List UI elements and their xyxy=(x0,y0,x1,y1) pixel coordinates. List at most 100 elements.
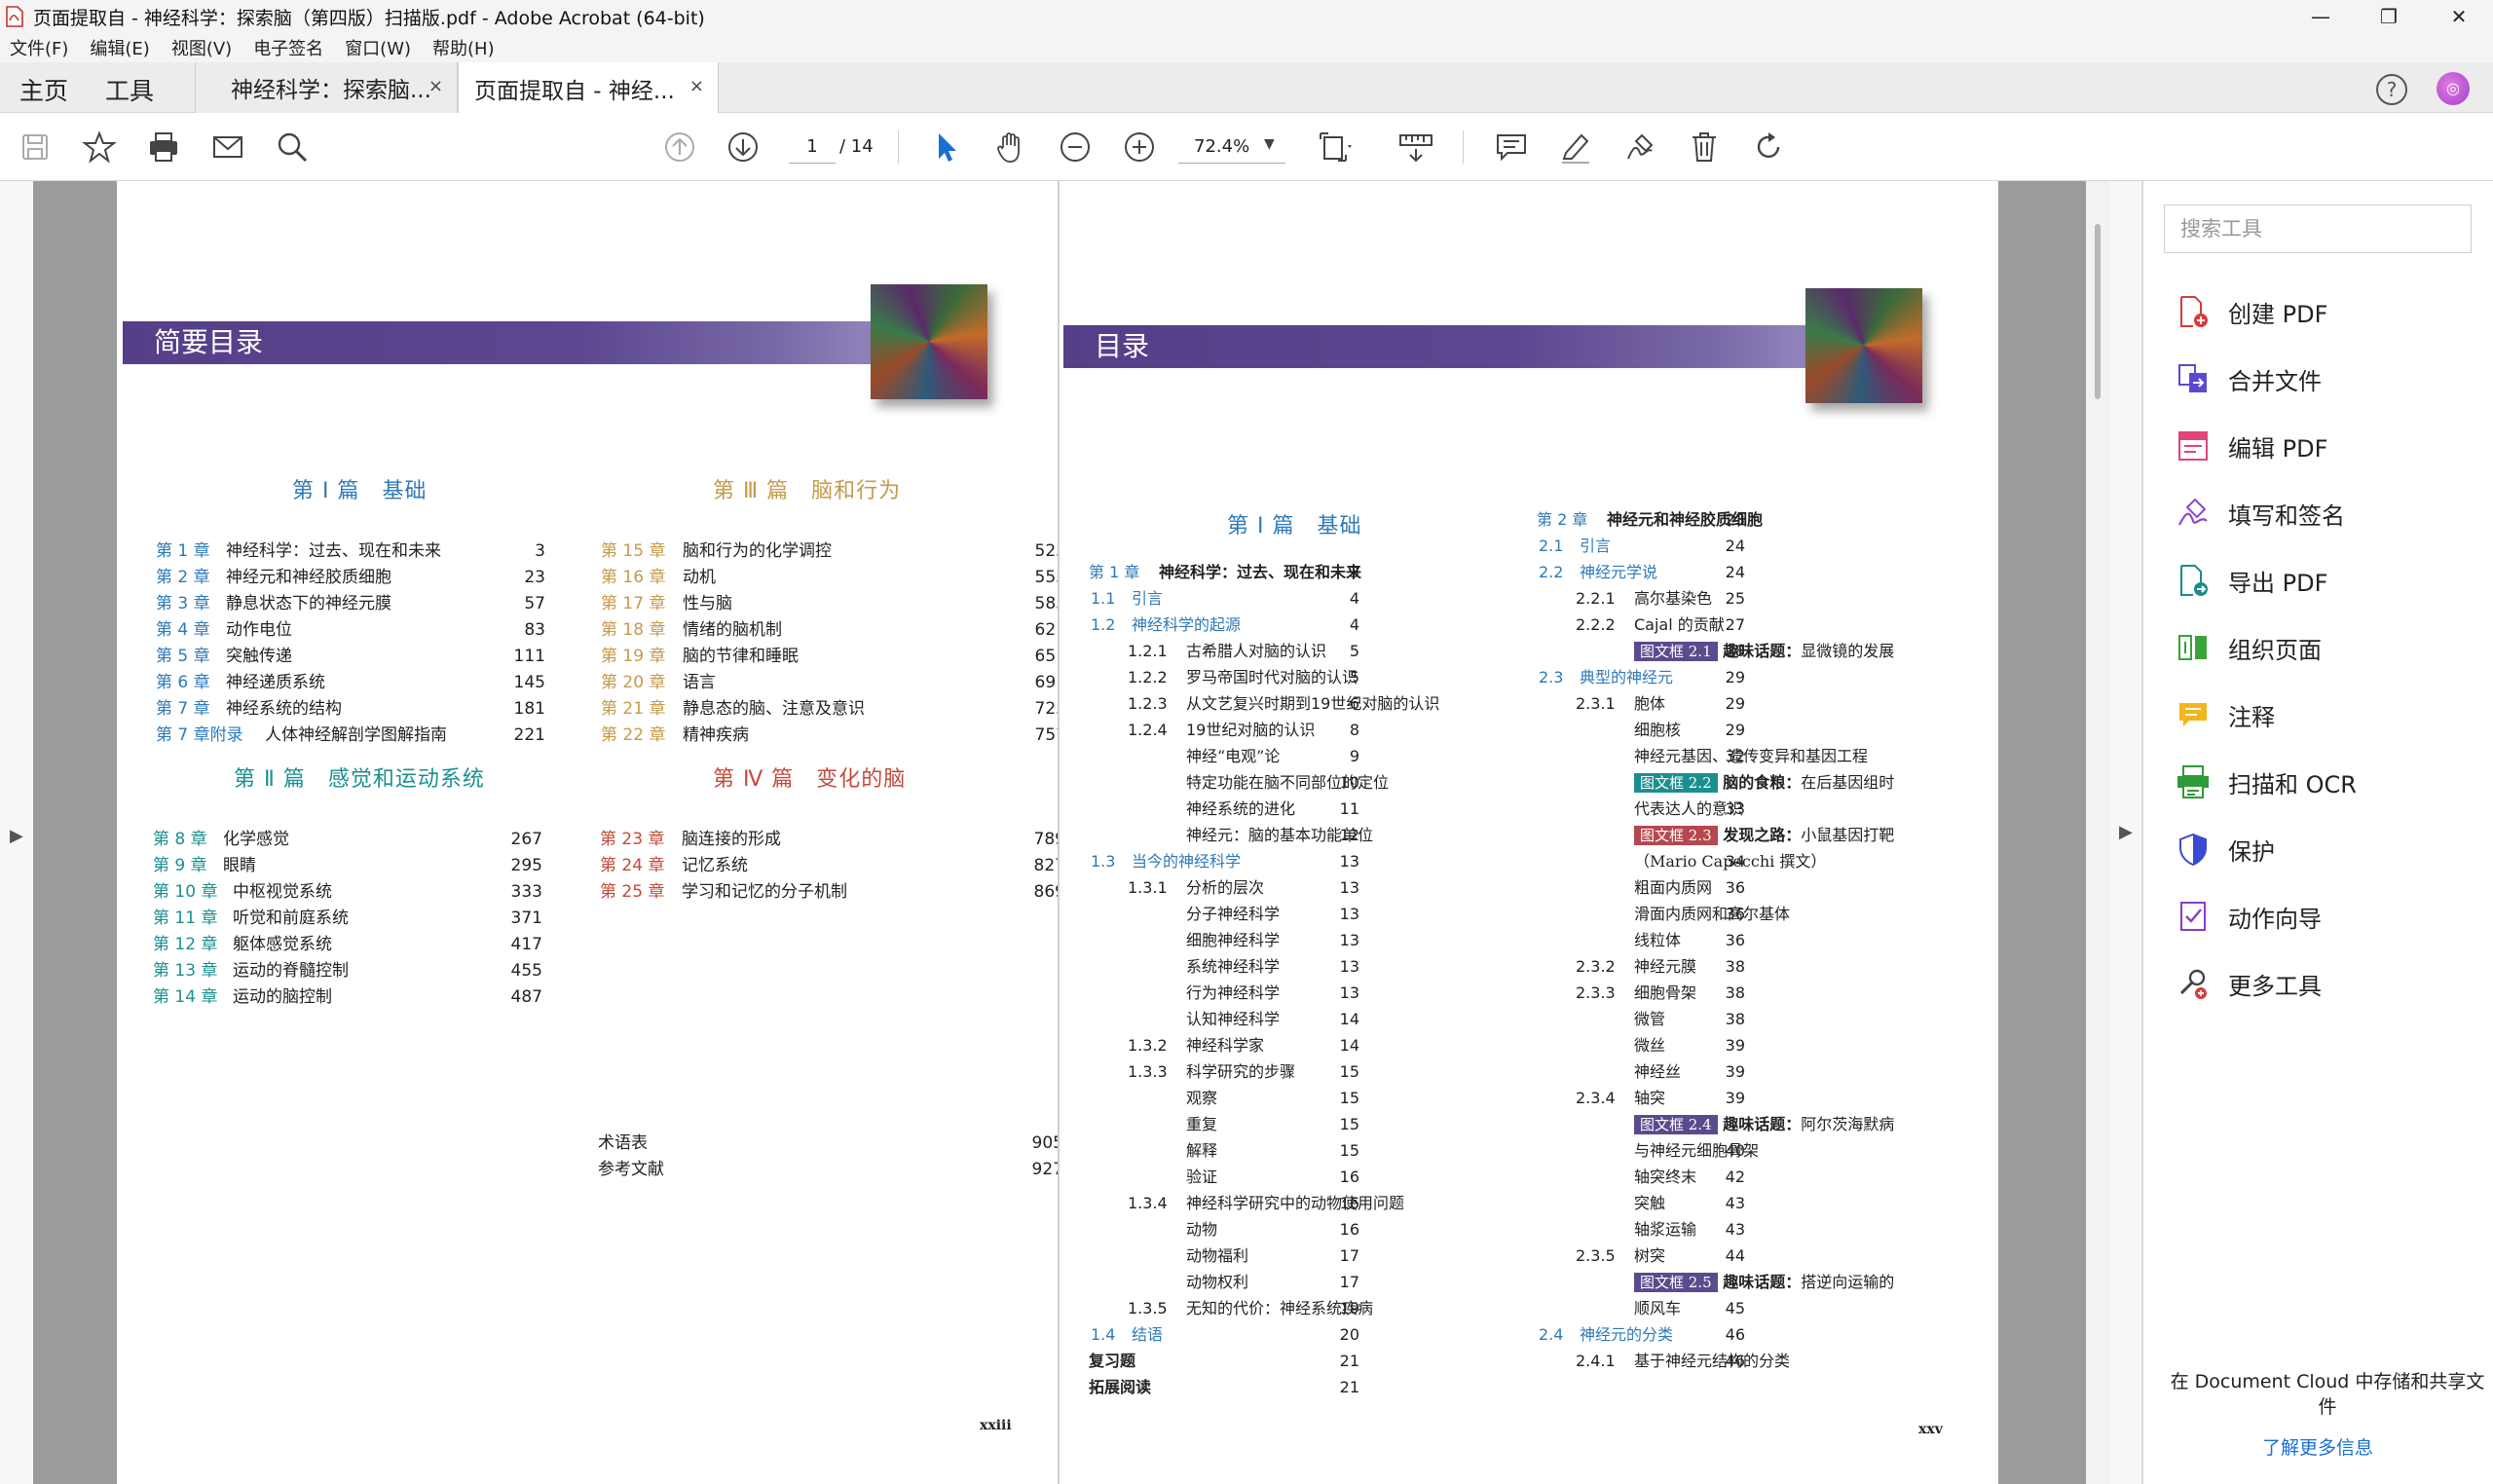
toc-row[interactable]: 1.2.4 19世纪对脑的认识 8 xyxy=(1089,719,1359,742)
menu-window[interactable]: 窗口(W) xyxy=(345,35,411,60)
toc-row[interactable]: 第 13 章运动的脊髓控制 455 xyxy=(153,959,562,983)
toc-row[interactable]: 第 6 章神经递质系统 145 xyxy=(156,671,565,694)
toc-row[interactable]: 1.2.3 从文艺复兴时期到19世纪对脑的认识 6 xyxy=(1089,692,1439,716)
toc-row[interactable]: 第 7 章附录 人体神经解剖学图解指南 221 xyxy=(156,723,565,747)
tool-item-protect[interactable]: 保护 xyxy=(2176,828,2275,871)
toc-row[interactable]: 复习题 21 xyxy=(1089,1350,1359,1373)
toc-row[interactable]: 第 11 章听觉和前庭系统 371 xyxy=(153,907,562,930)
tool-item-fill-sign[interactable]: 填写和签名 xyxy=(2176,492,2345,535)
toc-row[interactable]: 第 1 章神经科学：过去、现在和未来 3 xyxy=(1089,561,1361,584)
toc-row[interactable]: 第 9 章眼睛 295 xyxy=(153,854,562,877)
fit-page-icon[interactable] xyxy=(1317,130,1352,165)
toc-row[interactable]: 图文框 2.1 趣味话题：显微镜的发展 28 xyxy=(1537,640,1894,663)
measure-tool-icon[interactable] xyxy=(1398,130,1433,165)
toc-row[interactable]: 第 7 章神经系统的结构 181 xyxy=(156,697,565,721)
toc-row[interactable]: 1.4 结语 20 xyxy=(1089,1323,1359,1347)
toc-row[interactable]: 图文框 2.3 发现之路：小鼠基因打靶 xyxy=(1537,824,1894,847)
close-window-button[interactable]: ✕ xyxy=(2425,0,2493,33)
select-cursor-icon[interactable] xyxy=(929,130,964,165)
next-page-icon[interactable] xyxy=(726,130,761,165)
toc-row[interactable]: 重复 15 xyxy=(1089,1113,1359,1136)
toc-row[interactable]: 认知神经科学 14 xyxy=(1089,1008,1359,1031)
toc-row[interactable]: 动物 16 xyxy=(1089,1218,1359,1242)
toc-row[interactable]: 粗面内质网 36 xyxy=(1537,876,1745,900)
close-tab-1-icon[interactable]: × xyxy=(428,76,443,96)
search-icon[interactable] xyxy=(275,130,310,165)
toc-row[interactable]: 2.4.1 基于神经元结构的分类 46 xyxy=(1537,1350,1790,1373)
zoom-out-icon[interactable] xyxy=(1058,130,1093,165)
avatar[interactable]: ◎ xyxy=(2437,72,2470,105)
toc-row[interactable]: 1.1 引言 4 xyxy=(1089,587,1359,611)
toc-row[interactable]: 第 14 章运动的脑控制 487 xyxy=(153,985,562,1009)
toc-row[interactable]: 1.3.3 科学研究的步骤 15 xyxy=(1089,1060,1359,1084)
toc-row[interactable]: 系统神经科学 13 xyxy=(1089,955,1359,979)
toc-row[interactable]: 术语表 905 xyxy=(598,1132,1058,1155)
toc-row[interactable]: 细胞核 29 xyxy=(1537,719,1745,742)
toc-row[interactable]: 第 22 章精神疾病 757 xyxy=(601,723,1058,747)
tab-tools[interactable]: 工具 xyxy=(105,72,154,107)
menu-file[interactable]: 文件(F) xyxy=(10,35,68,60)
toc-row[interactable]: 第 20 章语言 691 xyxy=(601,671,1058,694)
help-icon[interactable]: ? xyxy=(2376,74,2407,105)
tool-item-organize-pages[interactable]: 组织页面 xyxy=(2176,626,2322,669)
toc-row[interactable]: 第 10 章中枢视觉系统 333 xyxy=(153,880,562,904)
right-panel-toggle[interactable]: ▶ xyxy=(2109,181,2142,1484)
toc-row[interactable]: 特定功能在脑不同部位的定位 10 xyxy=(1089,771,1389,795)
toc-row[interactable]: 2.2.2 Cajal 的贡献 27 xyxy=(1537,613,1745,637)
tool-item-action-wizard[interactable]: 动作向导 xyxy=(2176,895,2322,938)
toc-row[interactable]: 第 2 章神经元和神经胶质细胞 23 xyxy=(1537,508,1763,532)
tool-item-export-pdf[interactable]: 导出 PDF xyxy=(2176,559,2327,602)
email-icon[interactable] xyxy=(210,130,245,165)
chevron-right-icon[interactable]: ▶ xyxy=(2119,822,2133,842)
toc-row[interactable]: 第 25 章学习和记忆的分子机制 869 xyxy=(600,880,1058,904)
sign-icon[interactable] xyxy=(1622,130,1657,165)
hand-tool-icon[interactable] xyxy=(993,130,1028,165)
tab-home[interactable]: 主页 xyxy=(19,72,68,107)
toc-row[interactable]: 参考文献 927 xyxy=(598,1158,1058,1181)
tab-document-1[interactable]: 神经科学：探索脑... × xyxy=(195,62,458,113)
toc-row[interactable]: 分子神经科学 13 xyxy=(1089,903,1359,926)
search-tools-input[interactable]: 搜索工具 xyxy=(2164,204,2472,253)
toc-row[interactable]: 第 4 章动作电位 83 xyxy=(156,618,565,642)
highlight-pen-icon[interactable] xyxy=(1558,130,1593,165)
menu-edit[interactable]: 编辑(E) xyxy=(90,35,149,60)
toc-row[interactable]: 拓展阅读 21 xyxy=(1089,1376,1359,1399)
toc-row[interactable]: 神经“电观”论 9 xyxy=(1089,745,1359,768)
toc-row[interactable]: 第 18 章情绪的脑机制 621 xyxy=(601,618,1058,642)
toc-row[interactable]: 2.2 神经元学说 24 xyxy=(1537,561,1745,584)
tool-item-edit-pdf[interactable]: 编辑 PDF xyxy=(2176,425,2327,467)
toc-row[interactable]: 解释 15 xyxy=(1089,1139,1359,1163)
toc-row[interactable]: 轴浆运输 43 xyxy=(1537,1218,1745,1242)
toc-row[interactable]: 图文框 2.2 脑的食粮：在后基因组时 xyxy=(1537,771,1894,795)
toc-row[interactable]: 1.2.2 罗马帝国时代对脑的认识 5 xyxy=(1089,666,1359,689)
tool-item-combine-files[interactable]: 合并文件 xyxy=(2176,357,2322,400)
toc-row[interactable]: 神经元：脑的基本功能单位 12 xyxy=(1089,824,1373,847)
toc-row[interactable]: 观察 15 xyxy=(1089,1087,1359,1110)
toc-row[interactable]: 微管 38 xyxy=(1537,1008,1745,1031)
toc-row[interactable]: 滑面内质网和高尔基体 36 xyxy=(1537,903,1790,926)
tool-item-scan-ocr[interactable]: 扫描和 OCR xyxy=(2176,761,2357,803)
toc-row[interactable]: 2.3.4 轴突 39 xyxy=(1537,1087,1745,1110)
menu-view[interactable]: 视图(V) xyxy=(171,35,232,60)
print-icon[interactable] xyxy=(146,130,181,165)
toc-row[interactable]: 第 21 章静息态的脑、注意及意识 725 xyxy=(601,697,1058,721)
toc-row[interactable]: 图文框 2.4 趣味话题：阿尔茨海默病 xyxy=(1537,1113,1894,1136)
chevron-right-icon[interactable]: ▶ xyxy=(10,826,23,846)
toc-row[interactable]: 第 19 章脑的节律和睡眠 651 xyxy=(601,645,1058,668)
toc-row[interactable]: 第 23 章脑连接的形成 789 xyxy=(600,828,1058,851)
save-icon[interactable] xyxy=(18,130,53,165)
toc-row[interactable]: 顺风车 45 xyxy=(1537,1297,1745,1320)
previous-page-icon[interactable] xyxy=(662,130,697,165)
toc-row[interactable]: 与神经元细胞骨架 40 xyxy=(1537,1139,1759,1163)
tool-item-comment[interactable]: 注释 xyxy=(2176,693,2275,736)
learn-more-link[interactable]: 了解更多信息 xyxy=(2142,1433,2493,1460)
toc-row[interactable]: 神经元基因、遗传变异和基因工程 32 xyxy=(1537,745,1868,768)
rotate-icon[interactable] xyxy=(1751,130,1786,165)
menu-esign[interactable]: 电子签名 xyxy=(253,35,323,60)
toc-row[interactable]: 2.2.1 高尔基染色 25 xyxy=(1537,587,1745,611)
toc-row[interactable]: 动物权利 17 xyxy=(1089,1271,1359,1294)
toc-row[interactable]: 2.3.5 树突 44 xyxy=(1537,1244,1745,1268)
toc-row[interactable]: 第 16 章动机 555 xyxy=(601,566,1058,589)
toc-row[interactable]: 1.2 神经科学的起源 4 xyxy=(1089,613,1359,637)
toc-row[interactable]: 验证 16 xyxy=(1089,1166,1359,1189)
